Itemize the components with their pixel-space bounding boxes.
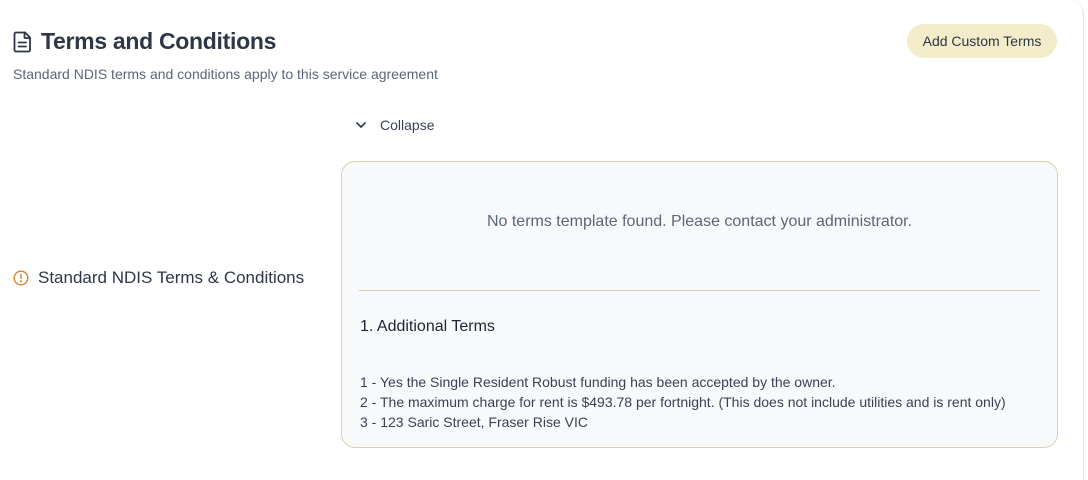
list-item: 3 - 123 Saric Street, Fraser Rise VIC: [360, 414, 588, 430]
terms-panel: Terms and Conditions Standard NDIS terms…: [0, 0, 1084, 480]
collapse-label: Collapse: [380, 117, 435, 133]
additional-terms-list: 1 - Yes the Single Resident Robust fundi…: [360, 372, 1045, 432]
section-label: Standard NDIS Terms & Conditions: [13, 268, 304, 288]
empty-template-message: No terms template found. Please contact …: [486, 213, 913, 230]
add-custom-terms-button[interactable]: Add Custom Terms: [907, 24, 1057, 58]
document-icon: [13, 31, 31, 52]
alert-circle-icon: [13, 270, 29, 286]
page-title: Terms and Conditions: [41, 28, 277, 54]
list-item: 1 - Yes the Single Resident Robust fundi…: [360, 374, 836, 390]
additional-terms-heading: 1. Additional Terms: [360, 318, 495, 335]
list-item: 2 - The maximum charge for rent is $493.…: [360, 394, 1006, 410]
panel-header: Terms and Conditions: [13, 28, 276, 55]
divider: [359, 290, 1040, 291]
collapse-toggle[interactable]: Collapse: [354, 117, 434, 133]
terms-content-box: No terms template found. Please contact …: [341, 161, 1058, 448]
page-subtitle: Standard NDIS terms and conditions apply…: [13, 66, 438, 82]
chevron-down-icon: [356, 122, 366, 128]
section-label-text: Standard NDIS Terms & Conditions: [38, 268, 305, 287]
